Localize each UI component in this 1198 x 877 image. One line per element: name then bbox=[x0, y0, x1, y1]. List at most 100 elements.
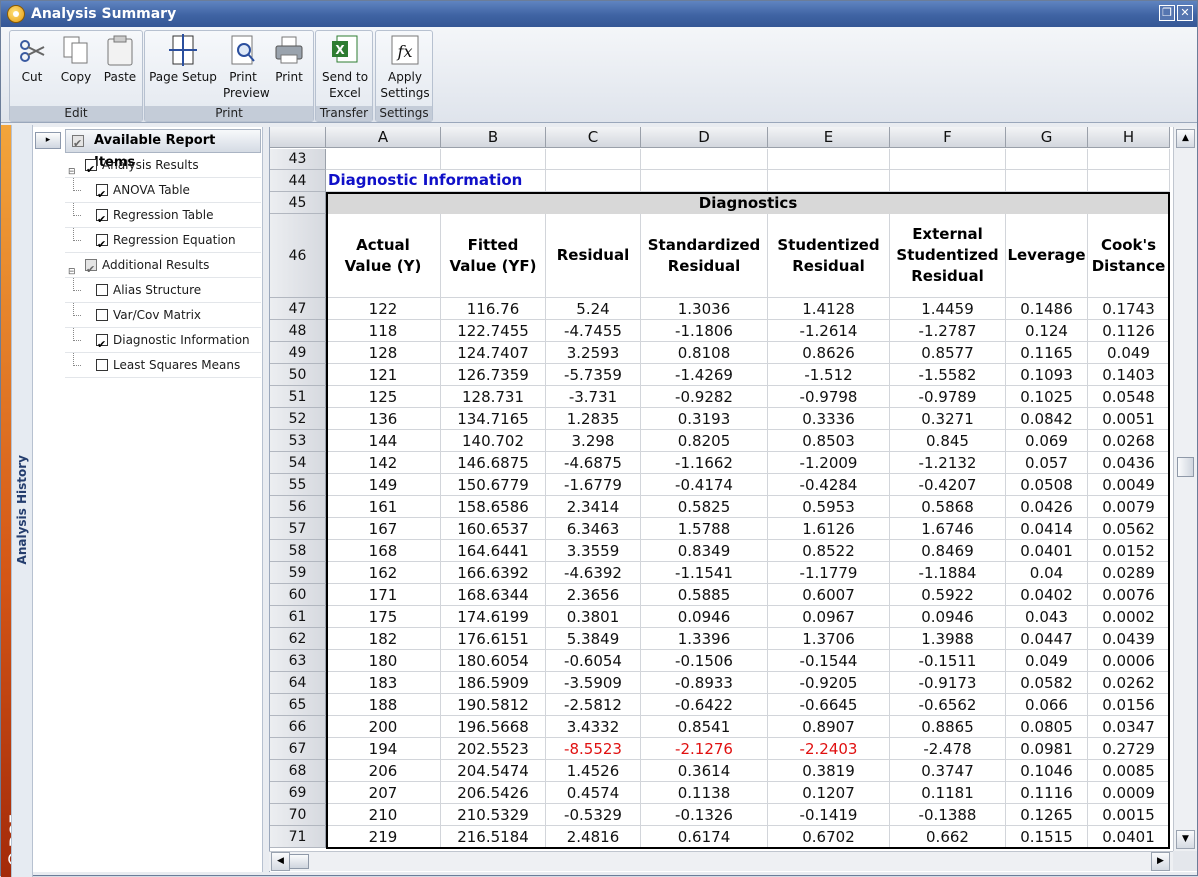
ribbon-group-label: Settings bbox=[376, 106, 432, 121]
spreadsheet-grid[interactable]: A B C D E F G H 43 44 45 46 47 48 49 50 51 52 53 54 55 56 57 58… bbox=[269, 127, 1197, 872]
apply-settings-button[interactable]: fx Apply Settings bbox=[378, 33, 432, 101]
row-header[interactable]: 62 bbox=[270, 628, 326, 650]
column-header-e[interactable]: E bbox=[768, 127, 890, 148]
row-header[interactable]: 68 bbox=[270, 760, 326, 782]
tree-item-least-squares-means[interactable]: Least Squares Means bbox=[65, 353, 261, 378]
column-header-b[interactable]: B bbox=[441, 127, 546, 148]
item-checkbox[interactable] bbox=[96, 332, 108, 357]
row-header[interactable]: 54 bbox=[270, 452, 326, 474]
row-header[interactable]: 64 bbox=[270, 672, 326, 694]
empty-cell[interactable] bbox=[890, 170, 1006, 192]
available-report-items-header[interactable]: Available Report Items bbox=[65, 129, 261, 170]
tree-item-var-cov-matrix[interactable]: Var/Cov Matrix bbox=[65, 303, 261, 328]
column-header-d[interactable]: D bbox=[641, 127, 768, 148]
copy-icon bbox=[60, 33, 92, 67]
empty-cell[interactable] bbox=[546, 149, 641, 170]
row-header[interactable]: 49 bbox=[270, 342, 326, 364]
empty-cell[interactable] bbox=[441, 149, 546, 170]
scroll-up-icon[interactable]: ▲ bbox=[1176, 129, 1195, 148]
tree-item-regression-table[interactable]: Regression Table bbox=[65, 203, 261, 232]
tree-item-anova-table[interactable]: ANOVA Table bbox=[65, 178, 261, 207]
row-header[interactable]: 52 bbox=[270, 408, 326, 430]
close-button[interactable]: ✕ bbox=[1177, 5, 1193, 21]
row-header[interactable]: 57 bbox=[270, 518, 326, 540]
item-checkbox[interactable] bbox=[96, 182, 108, 207]
send-to-excel-button[interactable]: X Send to Excel bbox=[318, 33, 372, 101]
cut-button[interactable]: Cut bbox=[12, 33, 52, 85]
tree-item-label: ANOVA Table bbox=[113, 183, 190, 197]
empty-cell[interactable] bbox=[1088, 170, 1170, 192]
column-header-g[interactable]: G bbox=[1006, 127, 1088, 148]
copy-button[interactable]: Copy bbox=[56, 33, 96, 85]
empty-cell[interactable] bbox=[768, 149, 890, 170]
row-header[interactable]: 66 bbox=[270, 716, 326, 738]
tree-item-analysis-results[interactable]: ⊟Analysis Results bbox=[65, 153, 261, 182]
row-header[interactable]: 63 bbox=[270, 650, 326, 672]
row-header[interactable]: 43 bbox=[270, 149, 326, 170]
collapse-panel-button[interactable]: ▸ bbox=[35, 132, 61, 149]
print-button[interactable]: Print bbox=[269, 33, 309, 85]
empty-cell[interactable] bbox=[326, 149, 441, 170]
tree-item-label: Least Squares Means bbox=[113, 358, 241, 372]
empty-cell[interactable] bbox=[641, 149, 768, 170]
scroll-left-icon[interactable]: ◀ bbox=[271, 852, 290, 871]
row-header[interactable]: 50 bbox=[270, 364, 326, 386]
row-header[interactable]: 69 bbox=[270, 782, 326, 804]
horizontal-scroll-thumb[interactable] bbox=[289, 854, 309, 869]
row-header[interactable]: 58 bbox=[270, 540, 326, 562]
tree-item-additional-results[interactable]: ⊟Additional Results bbox=[65, 253, 261, 282]
column-header-c[interactable]: C bbox=[546, 127, 641, 148]
row-header[interactable]: 45 bbox=[270, 192, 326, 214]
empty-cell[interactable] bbox=[1088, 149, 1170, 170]
restore-button[interactable]: ❐ bbox=[1159, 5, 1175, 21]
item-checkbox[interactable] bbox=[96, 207, 108, 232]
column-header-a[interactable]: A bbox=[326, 127, 441, 148]
item-checkbox[interactable] bbox=[96, 309, 108, 321]
analysis-history-label[interactable]: Analysis History bbox=[15, 455, 29, 564]
analysis-history-panel[interactable]: Analysis History bbox=[11, 125, 33, 877]
empty-cell[interactable] bbox=[890, 149, 1006, 170]
item-checkbox[interactable] bbox=[96, 232, 108, 257]
empty-cell[interactable] bbox=[641, 170, 768, 192]
item-checkbox[interactable] bbox=[96, 284, 108, 296]
row-header[interactable]: 56 bbox=[270, 496, 326, 518]
row-header[interactable]: 65 bbox=[270, 694, 326, 716]
row-header[interactable]: 60 bbox=[270, 584, 326, 606]
row-header[interactable]: 55 bbox=[270, 474, 326, 496]
item-checkbox[interactable] bbox=[85, 157, 97, 182]
row-header[interactable]: 59 bbox=[270, 562, 326, 584]
row-header[interactable]: 46 bbox=[270, 214, 326, 298]
row-header[interactable]: 71 bbox=[270, 826, 326, 848]
column-header-h[interactable]: H bbox=[1088, 127, 1170, 148]
empty-cell[interactable] bbox=[546, 170, 641, 192]
column-header-f[interactable]: F bbox=[890, 127, 1006, 148]
select-all-corner[interactable] bbox=[270, 127, 326, 148]
row-header[interactable]: 51 bbox=[270, 386, 326, 408]
scroll-right-icon[interactable]: ▶ bbox=[1151, 852, 1170, 871]
horizontal-scrollbar[interactable]: ◀ ▶ bbox=[269, 851, 1173, 871]
page-setup-button[interactable]: Page Setup bbox=[147, 33, 219, 85]
tree-item-label: Diagnostic Information bbox=[113, 333, 250, 347]
row-header[interactable]: 70 bbox=[270, 804, 326, 826]
select-all-checkbox[interactable] bbox=[72, 133, 84, 155]
diagnostic-information-cell[interactable]: Diagnostic Information bbox=[326, 170, 546, 192]
tree-item-diagnostic-information[interactable]: Diagnostic Information bbox=[65, 328, 261, 357]
empty-cell[interactable] bbox=[768, 170, 890, 192]
item-checkbox[interactable] bbox=[85, 257, 97, 282]
tree-item-regression-equation[interactable]: Regression Equation bbox=[65, 228, 261, 257]
vertical-scroll-thumb[interactable] bbox=[1177, 457, 1194, 477]
item-checkbox[interactable] bbox=[96, 359, 108, 371]
scroll-down-icon[interactable]: ▼ bbox=[1176, 830, 1195, 849]
row-header[interactable]: 61 bbox=[270, 606, 326, 628]
empty-cell[interactable] bbox=[1006, 149, 1088, 170]
tree-item-alias-structure[interactable]: Alias Structure bbox=[65, 278, 261, 303]
row-header[interactable]: 44 bbox=[270, 170, 326, 192]
empty-cell[interactable] bbox=[1006, 170, 1088, 192]
print-preview-button[interactable]: Print Preview bbox=[223, 33, 270, 101]
row-header[interactable]: 67 bbox=[270, 738, 326, 760]
row-header[interactable]: 53 bbox=[270, 430, 326, 452]
vertical-scrollbar[interactable]: ▲ ▼ bbox=[1173, 127, 1197, 851]
row-header[interactable]: 47 bbox=[270, 298, 326, 320]
row-header[interactable]: 48 bbox=[270, 320, 326, 342]
paste-button[interactable]: Paste bbox=[98, 33, 142, 85]
